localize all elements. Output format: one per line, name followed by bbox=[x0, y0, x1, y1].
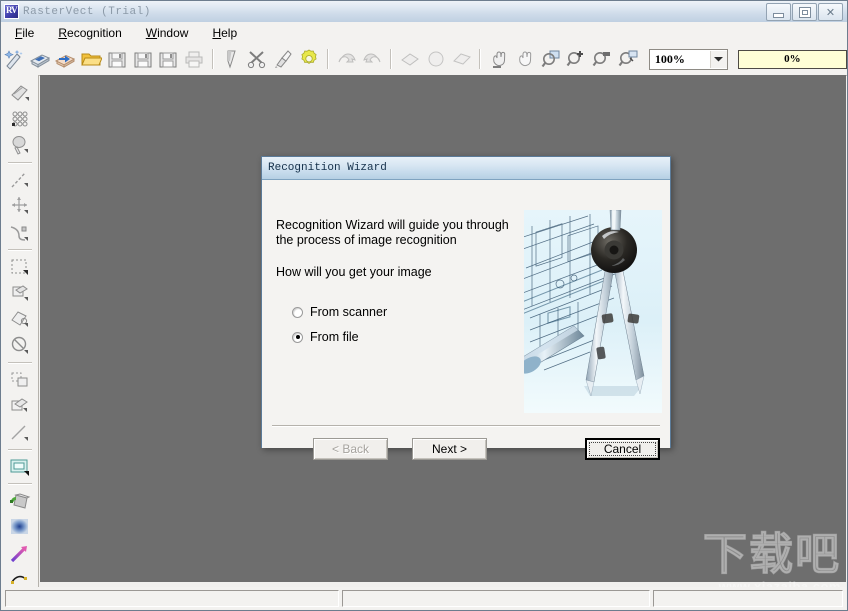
status-bar bbox=[2, 587, 846, 609]
status-panel-message bbox=[5, 589, 339, 607]
menu-help[interactable]: Help bbox=[202, 24, 247, 42]
pan-hand-icon[interactable] bbox=[487, 47, 511, 71]
zoom-window-icon[interactable] bbox=[539, 47, 563, 71]
zoom-in-icon[interactable] bbox=[565, 47, 589, 71]
line-tool-icon[interactable] bbox=[5, 167, 35, 193]
dialog-separator bbox=[272, 425, 660, 427]
marquee-select-icon[interactable] bbox=[5, 254, 35, 280]
toolbar-separator bbox=[326, 49, 329, 69]
blueprint-compass-photo bbox=[524, 210, 662, 413]
shape-tool-icon[interactable] bbox=[5, 280, 35, 306]
paint-bucket-icon[interactable] bbox=[5, 488, 35, 514]
polygon-tool-icon[interactable] bbox=[5, 306, 35, 332]
gradient-arrow-icon[interactable] bbox=[5, 540, 35, 566]
copy-region-icon[interactable] bbox=[5, 367, 35, 393]
left-toolbar-separator bbox=[7, 448, 32, 451]
select-tool-icon[interactable] bbox=[220, 47, 244, 71]
radio-from-file-label: From file bbox=[310, 330, 359, 344]
import-image-icon[interactable] bbox=[53, 47, 77, 71]
blur-tool-icon[interactable] bbox=[5, 514, 35, 540]
application-window: RV RasterVect (Trial) ✕ File Recognition… bbox=[0, 0, 848, 611]
toolbar-separator bbox=[479, 49, 482, 69]
dialog-intro-line1: Recognition Wizard will guide you throug… bbox=[276, 218, 509, 232]
no-tool-icon[interactable] bbox=[5, 333, 35, 359]
radio-from-scanner-indicator[interactable] bbox=[292, 306, 303, 318]
eraser-icon[interactable] bbox=[271, 47, 295, 71]
vector-tool-icon[interactable] bbox=[5, 80, 35, 106]
rectangle-select-icon[interactable] bbox=[5, 454, 35, 480]
chevron-down-icon[interactable] bbox=[709, 50, 727, 68]
menu-bar: File Recognition Window Help bbox=[1, 22, 847, 44]
move-nodes-icon[interactable] bbox=[5, 193, 35, 219]
layer-group-icon[interactable] bbox=[424, 47, 448, 71]
main-toolbar: 100% 0% bbox=[1, 43, 847, 76]
title-bar: RV RasterVect (Trial) ✕ bbox=[1, 1, 847, 23]
radio-option-from-scanner[interactable]: From scanner bbox=[292, 305, 387, 319]
zoom-level-combobox[interactable]: 100% bbox=[648, 48, 728, 70]
dialog-intro-line2: the process of image recognition bbox=[276, 233, 457, 247]
maximize-button[interactable] bbox=[792, 3, 817, 21]
grab-hand-icon[interactable] bbox=[513, 47, 537, 71]
recognition-wizard-icon[interactable] bbox=[2, 47, 26, 71]
cut-icon[interactable] bbox=[246, 47, 270, 71]
duplicate-icon[interactable] bbox=[5, 393, 35, 419]
zoom-out-icon[interactable] bbox=[590, 47, 614, 71]
progress-label: 0% bbox=[784, 53, 801, 65]
dialog-question: How will you get your image bbox=[276, 265, 432, 279]
progress-bar: 0% bbox=[737, 49, 847, 69]
zoom-level-value: 100% bbox=[654, 51, 685, 66]
toolbar-separator bbox=[211, 49, 214, 69]
back-button[interactable]: < Back bbox=[313, 438, 388, 460]
left-toolbar-separator bbox=[7, 482, 32, 485]
fill-tool-icon[interactable] bbox=[5, 133, 35, 159]
dialog-body: Recognition Wizard will guide you throug… bbox=[262, 180, 670, 460]
layer-copy-icon[interactable] bbox=[450, 47, 474, 71]
straight-line-icon[interactable] bbox=[5, 419, 35, 445]
next-button[interactable]: Next > bbox=[412, 438, 487, 460]
menu-recognition[interactable]: Recognition bbox=[48, 24, 131, 42]
left-toolbar bbox=[1, 75, 39, 593]
status-panel-coords bbox=[342, 589, 650, 607]
redo-icon[interactable] bbox=[361, 47, 385, 71]
dialog-title-bar: Recognition Wizard bbox=[262, 157, 670, 180]
status-panel-info bbox=[653, 589, 843, 607]
radio-from-scanner-label: From scanner bbox=[310, 305, 388, 319]
left-toolbar-separator bbox=[7, 361, 32, 364]
menu-window[interactable]: Window bbox=[136, 24, 199, 42]
scan-image-icon[interactable] bbox=[28, 47, 52, 71]
left-toolbar-separator bbox=[7, 248, 32, 251]
save-icon[interactable] bbox=[105, 47, 129, 71]
window-controls: ✕ bbox=[766, 3, 843, 21]
dialog-title: Recognition Wizard bbox=[268, 162, 387, 174]
halftone-icon[interactable] bbox=[5, 106, 35, 132]
close-button[interactable]: ✕ bbox=[818, 3, 843, 21]
save-all-icon[interactable] bbox=[156, 47, 180, 71]
toolbar-separator bbox=[390, 49, 393, 69]
left-toolbar-separator bbox=[7, 161, 32, 164]
layer-icon[interactable] bbox=[398, 47, 422, 71]
save-as-icon[interactable] bbox=[131, 47, 155, 71]
menu-file[interactable]: File bbox=[5, 24, 44, 42]
print-icon[interactable] bbox=[182, 47, 206, 71]
cancel-button[interactable]: Cancel bbox=[585, 438, 660, 460]
undo-icon[interactable] bbox=[335, 47, 359, 71]
app-icon: RV bbox=[4, 4, 19, 19]
curve-tool-icon[interactable] bbox=[5, 219, 35, 245]
recognition-wizard-dialog: Recognition Wizard Recognition Wizard wi… bbox=[261, 156, 671, 460]
radio-from-file-indicator[interactable] bbox=[292, 331, 303, 343]
window-title: RasterVect (Trial) bbox=[23, 5, 151, 18]
radio-option-from-file[interactable]: From file bbox=[292, 330, 359, 344]
dialog-intro: Recognition Wizard will guide you throug… bbox=[276, 218, 536, 248]
open-folder-icon[interactable] bbox=[79, 47, 103, 71]
zoom-fit-icon[interactable] bbox=[616, 47, 640, 71]
options-gear-icon[interactable] bbox=[297, 47, 321, 71]
minimize-button[interactable] bbox=[766, 3, 791, 21]
